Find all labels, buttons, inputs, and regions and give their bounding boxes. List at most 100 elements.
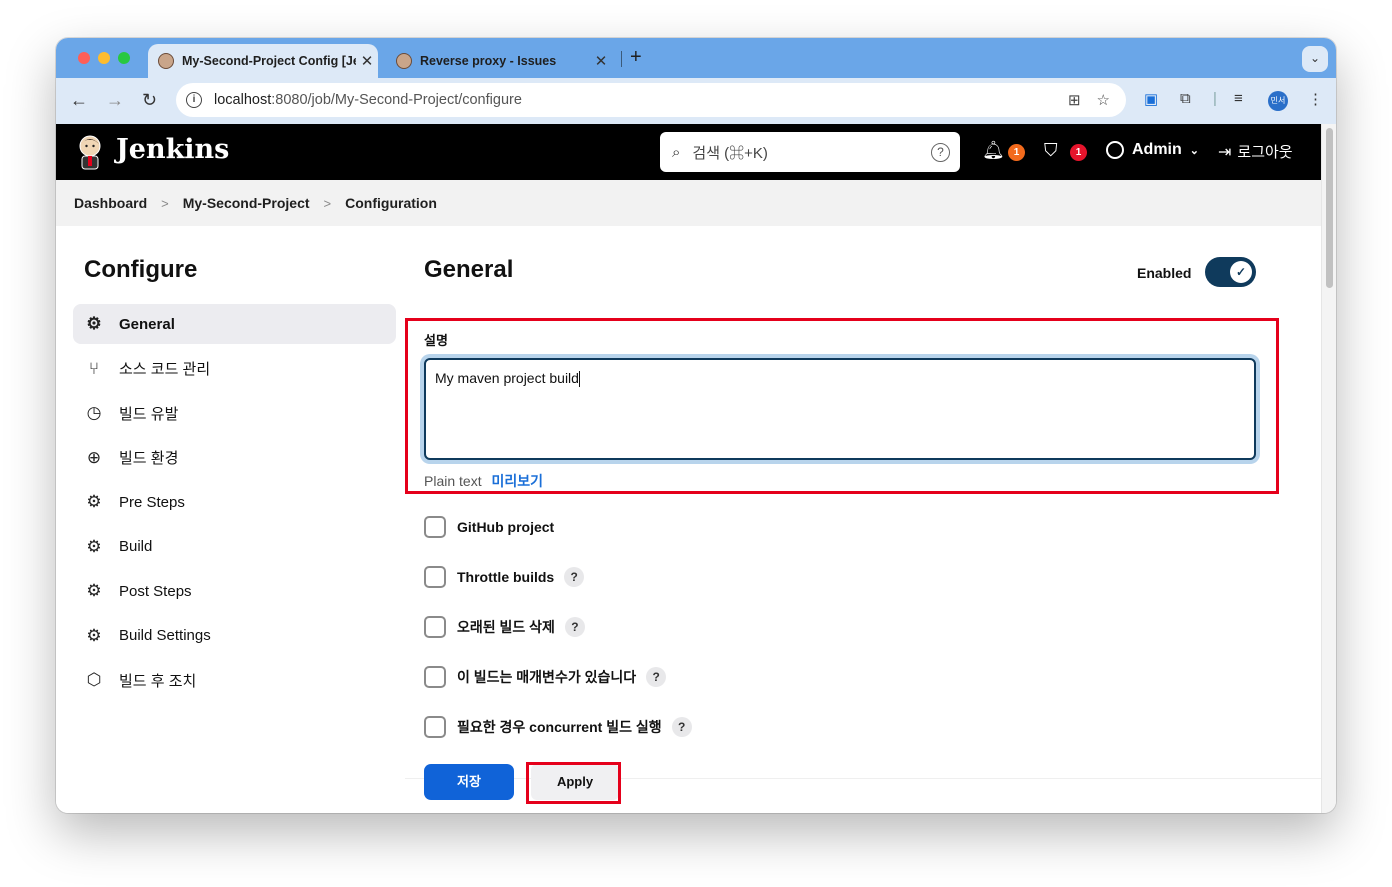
sidebar-item-post-build[interactable]: ⬡ 빌드 후 조치 — [73, 660, 396, 700]
extension-help-icon[interactable]: ▣ — [1144, 90, 1158, 108]
tab-search-button[interactable]: ⌄ — [1302, 46, 1328, 72]
extensions-puzzle-icon[interactable]: ⧉ — [1180, 90, 1191, 107]
address-bar[interactable]: i localhost:8080/job/My-Second-Project/c… — [176, 83, 1126, 117]
reload-icon[interactable]: ↻ — [142, 90, 157, 111]
globe-icon: ⊕ — [86, 447, 102, 467]
tab-reverse-proxy[interactable]: Reverse proxy - Issues ✕ — [386, 44, 612, 78]
option-discard-old-builds[interactable]: 오래된 빌드 삭제 ? — [424, 616, 585, 638]
breadcrumb-dashboard[interactable]: Dashboard — [74, 195, 147, 211]
help-icon[interactable]: ? — [671, 717, 692, 737]
translate-icon[interactable]: ⊞ — [1068, 91, 1081, 109]
save-button[interactable]: 저장 — [424, 764, 514, 800]
bookmark-star-icon[interactable]: ☆ — [1097, 91, 1110, 109]
jenkins-page: Jenkins ⌕ 검색 (⌘+K) ? 🔔︎ 1 ⛉ 1 Admin ⌄ ⇥ … — [56, 124, 1321, 813]
jenkins-title[interactable]: Jenkins — [116, 134, 229, 165]
option-label: GitHub project — [457, 519, 555, 535]
checkbox[interactable] — [424, 616, 446, 638]
help-icon[interactable]: ? — [564, 567, 585, 587]
forward-arrow-icon[interactable]: → — [106, 90, 124, 111]
sidebar-item-post-steps[interactable]: ⚙ Post Steps — [73, 571, 396, 611]
option-parameterized[interactable]: 이 빌드는 매개변수가 있습니다 ? — [424, 666, 667, 688]
sidebar-item-build-environment[interactable]: ⊕ 빌드 환경 — [73, 438, 396, 478]
user-avatar-icon — [1106, 141, 1124, 159]
tab-title: Reverse proxy - Issues — [420, 54, 557, 68]
sidebar-item-build-settings[interactable]: ⚙ Build Settings — [73, 616, 396, 656]
maximize-window-button[interactable] — [118, 52, 130, 64]
option-throttle-builds[interactable]: Throttle builds ? — [424, 566, 585, 588]
new-tab-button[interactable]: + — [630, 46, 642, 69]
scrollbar-thumb[interactable] — [1326, 128, 1333, 288]
search-input[interactable]: 검색 (⌘+K) — [692, 142, 931, 163]
close-tab-icon[interactable]: ✕ — [590, 52, 612, 70]
option-concurrent-builds[interactable]: 필요한 경우 concurrent 빌드 실행 ? — [424, 716, 692, 738]
sidebar-item-label: Build Settings — [119, 627, 211, 644]
checkbox[interactable] — [424, 566, 446, 588]
chevron-right-icon: > — [323, 195, 332, 211]
breadcrumb-configuration[interactable]: Configuration — [345, 195, 437, 211]
chevron-down-icon: ⌄ — [1189, 144, 1199, 157]
checkbox[interactable] — [424, 716, 446, 738]
jenkins-favicon-icon — [396, 53, 412, 69]
timer-icon: ◷ — [86, 403, 102, 422]
gear-icon: ⚙ — [86, 625, 102, 645]
back-arrow-icon[interactable]: ← — [70, 90, 88, 111]
user-menu[interactable]: Admin ⌄ — [1106, 141, 1199, 159]
notifications-badge: 1 — [1008, 144, 1025, 161]
chrome-menu-icon[interactable]: ⋮ — [1308, 90, 1323, 108]
jenkins-butler-logo-icon[interactable] — [76, 134, 104, 170]
help-icon[interactable]: ? — [564, 617, 585, 637]
breadcrumb-project[interactable]: My-Second-Project — [183, 195, 310, 211]
breadcrumb: Dashboard > My-Second-Project > Configur… — [56, 180, 1321, 226]
media-queue-icon[interactable]: ≡ — [1234, 90, 1243, 107]
browser-toolbar: ← → ↻ i localhost:8080/job/My-Second-Pro… — [56, 78, 1336, 124]
sidebar-item-label: 빌드 환경 — [119, 450, 179, 467]
sidebar-item-build[interactable]: ⚙ Build — [73, 527, 396, 567]
sidebar-item-label: Build — [119, 538, 153, 555]
enabled-label: Enabled — [1137, 265, 1192, 281]
tab-divider — [621, 51, 622, 67]
preview-link[interactable]: 미리보기 — [491, 473, 543, 489]
enabled-toggle[interactable]: ✓ — [1205, 257, 1256, 287]
chevron-right-icon: > — [161, 195, 169, 211]
sidebar-item-build-triggers[interactable]: ◷ 빌드 유발 — [73, 393, 396, 433]
logout-link[interactable]: ⇥ 로그아웃 — [1218, 141, 1293, 162]
checkbox[interactable] — [424, 666, 446, 688]
profile-avatar[interactable]: 민서 — [1268, 91, 1288, 111]
tab-jenkins-config[interactable]: My-Second-Project Config [Jenkins] ✕ — [148, 44, 378, 78]
shield-icon[interactable]: ⛉ — [1044, 140, 1058, 161]
page-scrollbar[interactable] — [1321, 124, 1336, 813]
gear-icon: ⚙ — [86, 581, 102, 600]
tab-title: My-Second-Project Config [Jenkins] — [182, 54, 356, 68]
option-label: Throttle builds — [457, 569, 555, 585]
package-icon: ⬡ — [86, 670, 102, 689]
plain-text-label: Plain text — [424, 473, 482, 489]
close-window-button[interactable] — [78, 52, 90, 64]
help-icon[interactable]: ? — [646, 667, 667, 687]
search-box[interactable]: ⌕ 검색 (⌘+K) ? — [660, 132, 960, 172]
sidebar-item-label: General — [119, 315, 175, 333]
sidebar-item-general[interactable]: ⚙ General — [73, 304, 396, 344]
option-github-project[interactable]: GitHub project — [424, 516, 554, 538]
close-tab-icon[interactable]: ✕ — [356, 52, 378, 70]
sidebar-item-source-code[interactable]: ⑂ 소스 코드 관리 — [73, 349, 396, 389]
logout-icon: ⇥ — [1218, 143, 1232, 161]
option-label: 오래된 빌드 삭제 — [457, 619, 555, 635]
gear-icon: ⚙ — [86, 492, 102, 511]
sidebar-item-label: 빌드 후 조치 — [119, 672, 197, 690]
text-cursor — [578, 371, 580, 388]
option-label: 필요한 경우 concurrent 빌드 실행 — [457, 719, 662, 735]
apply-button[interactable]: Apply — [531, 764, 619, 800]
sidebar-item-pre-steps[interactable]: ⚙ Pre Steps — [73, 482, 396, 522]
branch-icon: ⑂ — [88, 358, 100, 378]
sidebar-item-label: Pre Steps — [119, 493, 185, 511]
site-info-icon[interactable]: i — [186, 92, 202, 108]
search-help-icon[interactable]: ? — [931, 142, 950, 162]
checkmark-icon: ✓ — [1230, 261, 1252, 283]
minimize-window-button[interactable] — [98, 52, 110, 64]
url-text[interactable]: localhost:8080/job/My-Second-Project/con… — [214, 92, 1068, 108]
checkbox[interactable] — [424, 516, 446, 538]
search-icon: ⌕ — [672, 143, 681, 161]
toolbar-divider: | — [1213, 90, 1217, 107]
bell-icon[interactable]: 🔔︎ — [982, 140, 1005, 161]
description-textarea[interactable]: My maven project build — [424, 358, 1256, 460]
